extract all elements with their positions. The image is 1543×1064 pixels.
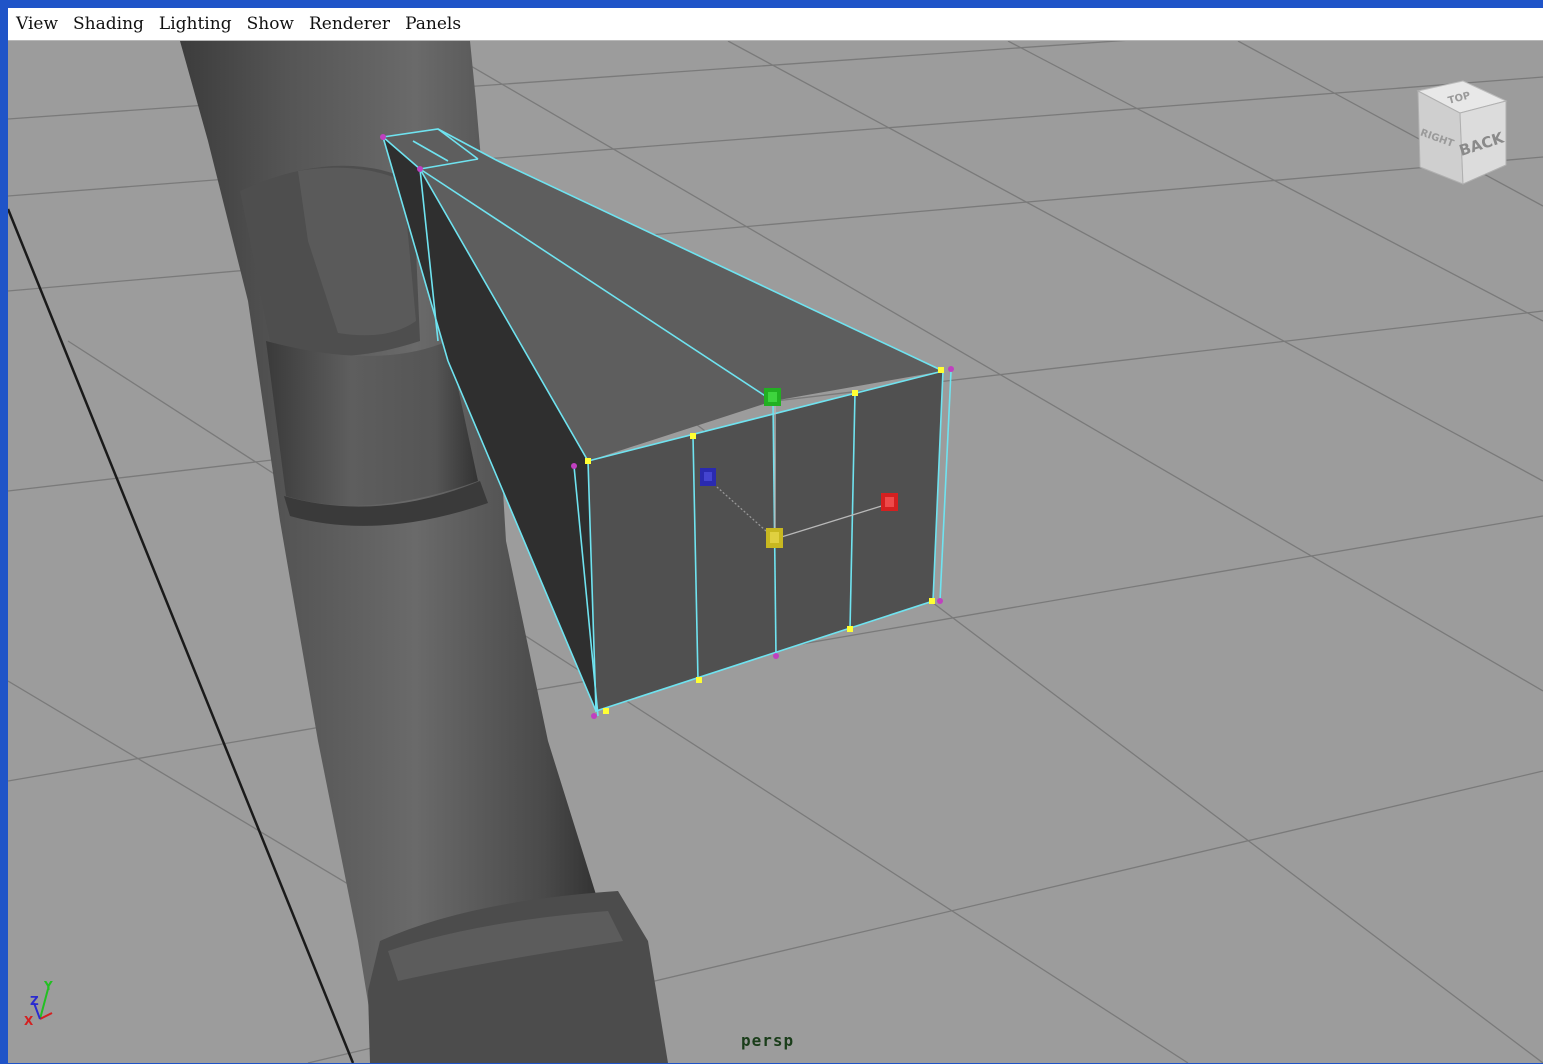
menu-view[interactable]: View: [8, 8, 65, 40]
menu-renderer[interactable]: Renderer: [301, 8, 397, 40]
axis-y-label: Y: [43, 979, 53, 993]
viewcube[interactable]: TOP RIGHT BACK: [1408, 79, 1518, 189]
panel-menubar: View Shading Lighting Show Renderer Pane…: [8, 8, 1543, 41]
manip-handle-center[interactable]: [766, 528, 783, 548]
manip-handle-x[interactable]: [881, 493, 898, 511]
axis-orientation-gizmo: Y Z X: [20, 979, 70, 1029]
viewport-window: View Shading Lighting Show Renderer Pane…: [0, 0, 1543, 1064]
scene-3d[interactable]: [8, 41, 1543, 1063]
perspective-viewport[interactable]: TOP RIGHT BACK Y Z X persp: [8, 41, 1543, 1063]
menu-panels[interactable]: Panels: [397, 8, 468, 40]
axis-z-label: Z: [30, 994, 39, 1008]
manip-handle-y[interactable]: [764, 388, 781, 406]
menu-shading[interactable]: Shading: [65, 8, 151, 40]
menu-show[interactable]: Show: [239, 8, 301, 40]
camera-name-label: persp: [741, 1031, 795, 1050]
axis-x-label: X: [24, 1014, 34, 1028]
menu-lighting[interactable]: Lighting: [151, 8, 239, 40]
manip-handle-z[interactable]: [700, 468, 716, 486]
